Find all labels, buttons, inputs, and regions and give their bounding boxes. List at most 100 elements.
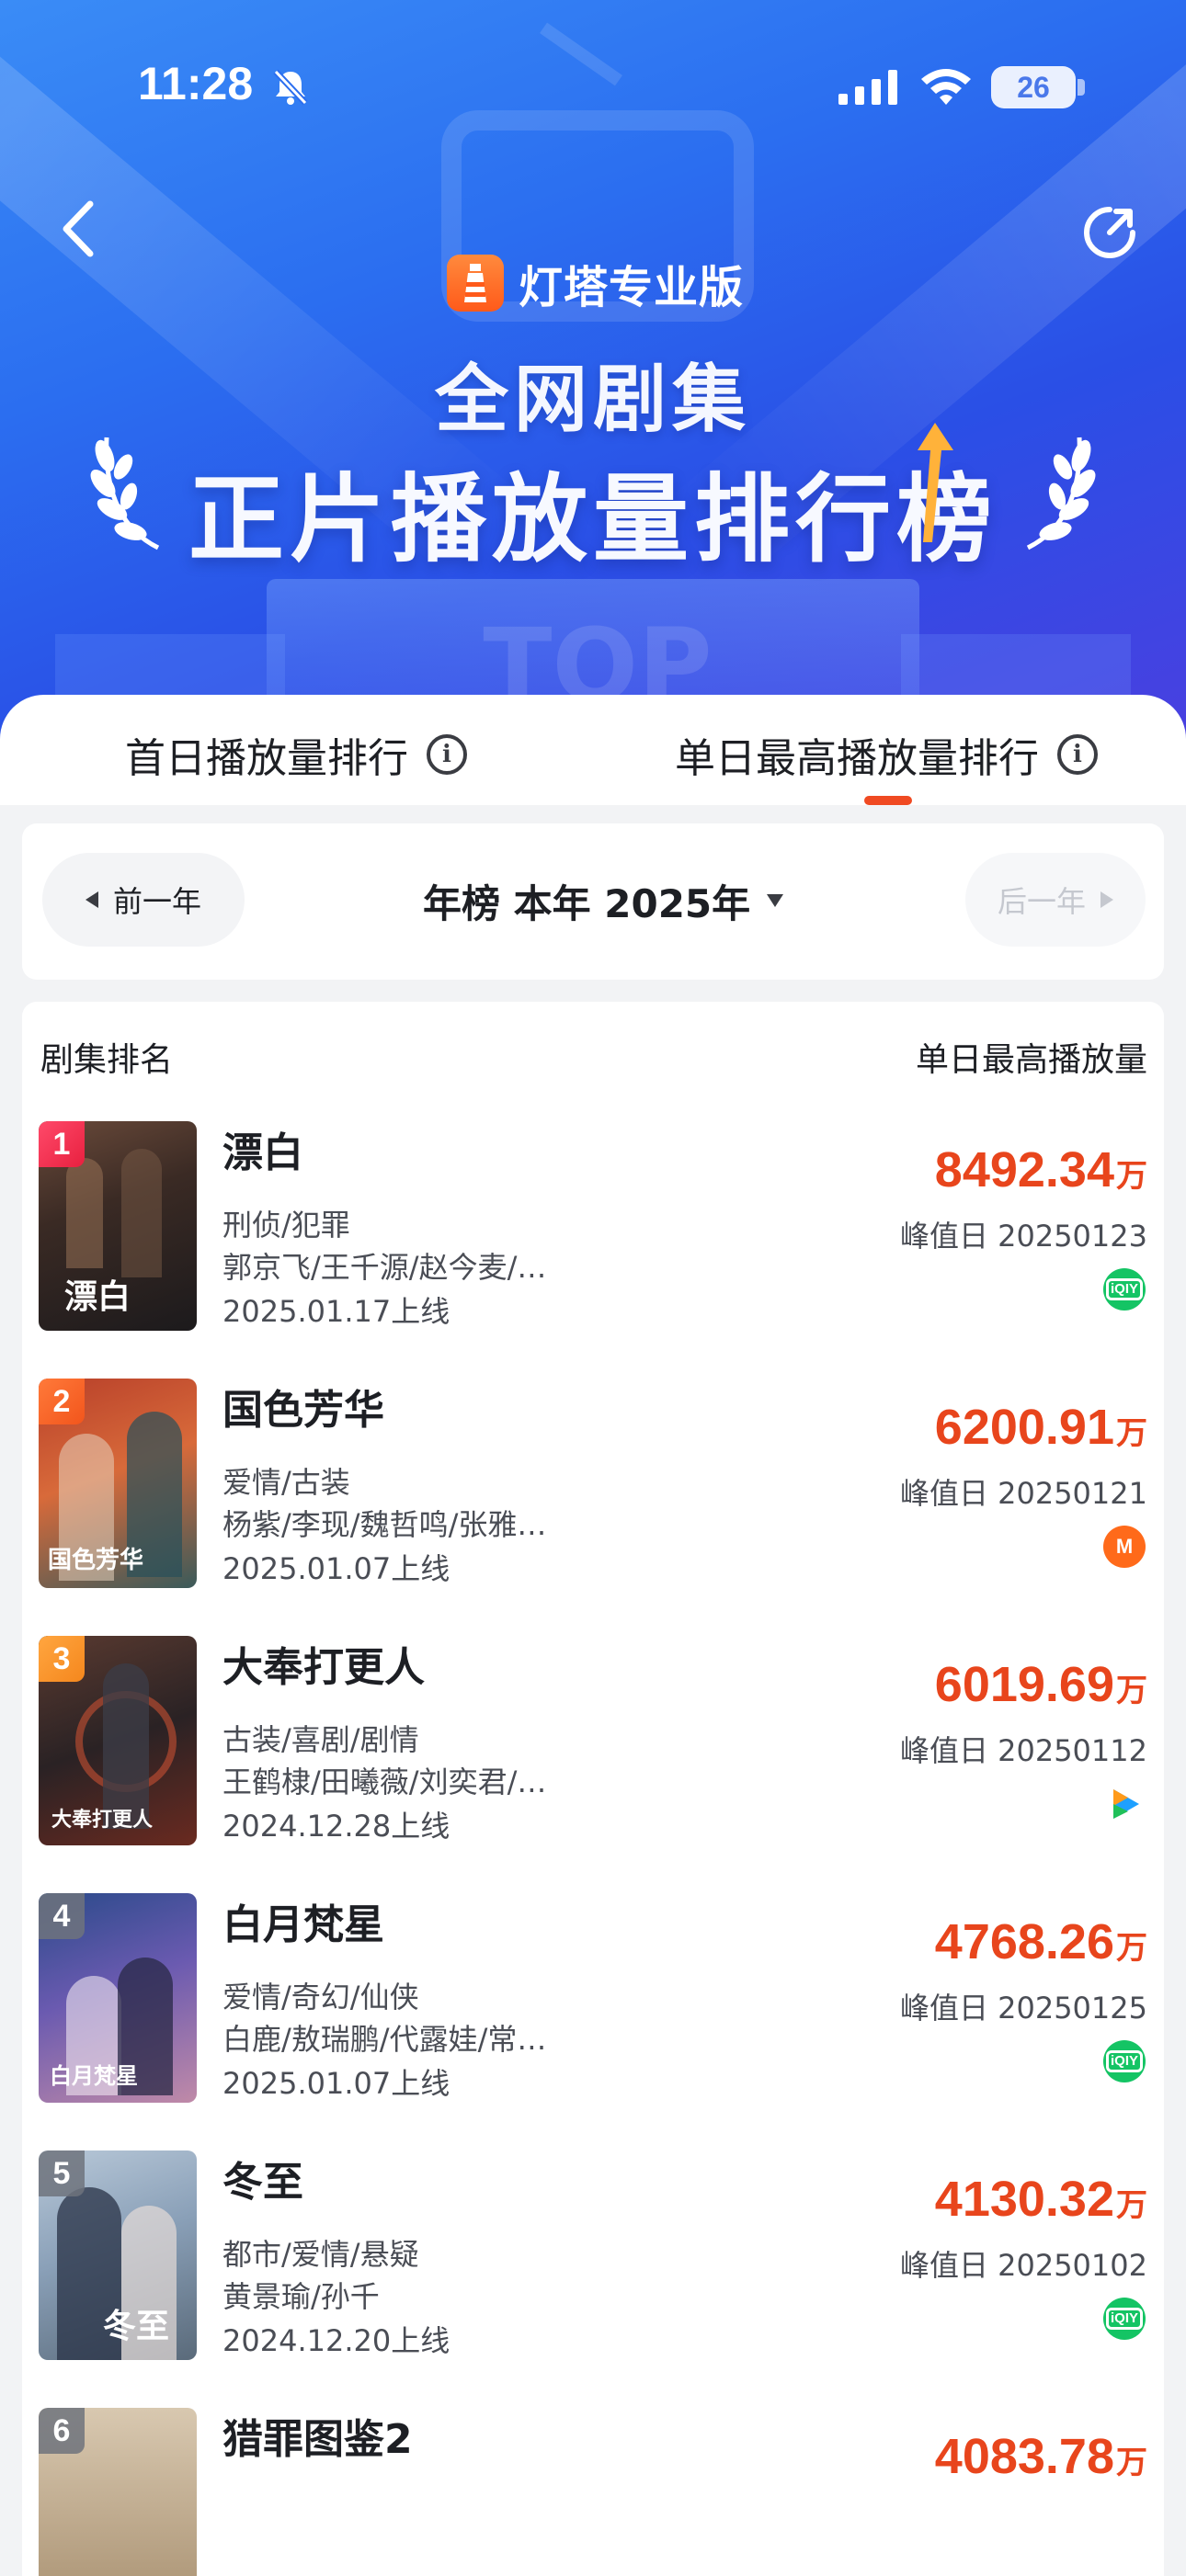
drama-title: 大奉打更人 bbox=[222, 1644, 425, 1691]
drama-title: 白月梵星 bbox=[222, 1901, 384, 1948]
rank-badge: 3 bbox=[39, 1636, 85, 1682]
prev-year-label: 前一年 bbox=[112, 884, 201, 919]
poster-image: 3 大奉打更人 bbox=[39, 1636, 197, 1845]
peak-views: 6019.69 万 bbox=[935, 1656, 1147, 1713]
drama-title: 猎罪图鉴2 bbox=[222, 2416, 413, 2463]
drama-genre: 刑侦/犯罪 bbox=[222, 1208, 350, 1243]
drama-cast: 黄景瑜/孙千 bbox=[222, 2279, 380, 2314]
tab-label: 首日播放量排行 bbox=[125, 735, 408, 782]
poster-image: 2 国色芳华 bbox=[39, 1379, 197, 1588]
drama-genre: 都市/爱情/悬疑 bbox=[222, 2237, 419, 2272]
lighthouse-logo-icon bbox=[447, 255, 504, 312]
tab-active-indicator bbox=[864, 796, 912, 805]
drama-genre: 爱情/奇幻/仙侠 bbox=[222, 1980, 419, 2014]
peak-views-unit: 万 bbox=[1116, 2445, 1147, 2481]
info-icon[interactable]: i bbox=[427, 734, 467, 775]
peak-date: 峰值日 20250125 bbox=[899, 1991, 1147, 2026]
battery-indicator: 26 bbox=[991, 66, 1076, 108]
drama-title: 国色芳华 bbox=[222, 1387, 384, 1434]
peak-views-number: 4768.26 bbox=[934, 1914, 1114, 1969]
wifi-icon bbox=[921, 69, 971, 105]
peak-views-unit: 万 bbox=[1116, 1930, 1147, 1967]
year-dropdown-label: 年榜 本年 2025年 bbox=[423, 880, 751, 926]
tab-first-day[interactable]: 首日播放量排行 i bbox=[125, 722, 467, 787]
iqiyi-icon: iQIY bbox=[1103, 2040, 1146, 2082]
drama-title: 漂白 bbox=[222, 1129, 303, 1176]
list-item[interactable]: 2 国色芳华 国色芳华 爱情/古装 杨紫/李现/魏哲鸣/张雅… 2025.01.… bbox=[22, 1379, 1164, 1599]
rank-badge: 4 bbox=[39, 1893, 85, 1939]
drama-cast: 郭京飞/王千源/赵今麦/… bbox=[222, 1250, 547, 1285]
share-icon[interactable] bbox=[1081, 204, 1138, 261]
iqiyi-icon: iQIY bbox=[1103, 1268, 1146, 1311]
caret-left-icon bbox=[85, 891, 98, 908]
peak-views: 4768.26 万 bbox=[935, 1913, 1147, 1970]
header-banner: TOP 11:28 26 灯塔专业版 全网剧集 正片播放量排行榜 bbox=[0, 0, 1186, 754]
peak-views-number: 6019.69 bbox=[934, 1657, 1114, 1712]
year-dropdown[interactable]: 年榜 本年 2025年 bbox=[423, 871, 784, 930]
signal-icon bbox=[838, 70, 897, 105]
brand: 灯塔专业版 bbox=[447, 254, 745, 313]
list-item[interactable]: 5 冬至 冬至 都市/爱情/悬疑 黄景瑜/孙千 2024.12.20上线 413… bbox=[22, 2150, 1164, 2371]
poster-title: 国色芳华 bbox=[48, 1547, 144, 1574]
poster-title: 大奉打更人 bbox=[51, 1808, 154, 1832]
peak-views: 6200.91 万 bbox=[935, 1399, 1147, 1456]
peak-date: 峰值日 20250123 bbox=[899, 1219, 1147, 1254]
year-selector: 前一年 年榜 本年 2025年 后一年 bbox=[22, 823, 1164, 980]
peak-views-number: 4130.32 bbox=[934, 2172, 1114, 2227]
drama-cast: 杨紫/李现/魏哲鸣/张雅… bbox=[222, 1507, 547, 1542]
peak-views-number: 8492.34 bbox=[934, 1142, 1114, 1197]
poster-title: 冬至 bbox=[103, 2307, 170, 2345]
peak-views-unit: 万 bbox=[1116, 1673, 1147, 1709]
rank-badge: 6 bbox=[39, 2408, 85, 2454]
peak-date: 峰值日 20250102 bbox=[899, 2248, 1147, 2283]
column-header-peak: 单日最高播放量 bbox=[915, 1041, 1147, 1079]
laurel-right-icon bbox=[1026, 437, 1096, 550]
poster-image: 6 bbox=[39, 2408, 197, 2576]
prev-year-button[interactable]: 前一年 bbox=[42, 853, 245, 947]
mgtv-icon: M bbox=[1103, 1526, 1146, 1568]
back-icon[interactable] bbox=[53, 199, 105, 259]
bell-off-icon bbox=[273, 69, 308, 106]
peak-views: 4130.32 万 bbox=[935, 2171, 1147, 2228]
tab-daily-peak[interactable]: 单日最高播放量排行 i bbox=[675, 722, 1098, 787]
peak-views-number: 6200.91 bbox=[934, 1400, 1114, 1455]
poster-title: 漂白 bbox=[64, 1277, 131, 1316]
page-title-line2: 正片播放量排行榜 bbox=[188, 463, 998, 575]
list-item[interactable]: 1 漂白 漂白 刑侦/犯罪 郭京飞/王千源/赵今麦/… 2025.01.17上线… bbox=[22, 1121, 1164, 1342]
poster-image: 4 白月梵星 bbox=[39, 1893, 197, 2103]
list-item[interactable]: 6 猎罪图鉴2 4083.78 万 bbox=[22, 2408, 1164, 2576]
release-date: 2024.12.20上线 bbox=[222, 2323, 450, 2358]
arrow-up-icon bbox=[918, 423, 953, 542]
peak-views-unit: 万 bbox=[1116, 1415, 1147, 1452]
list-header: 剧集排名 单日最高播放量 bbox=[40, 1029, 1147, 1084]
page-title-line1: 全网剧集 bbox=[435, 357, 751, 442]
next-year-button[interactable]: 后一年 bbox=[965, 853, 1146, 947]
battery-tip bbox=[1078, 79, 1085, 96]
caret-right-icon bbox=[1100, 891, 1113, 908]
brand-name: 灯塔专业版 bbox=[519, 262, 745, 313]
poster-image: 5 冬至 bbox=[39, 2150, 197, 2360]
rank-badge: 5 bbox=[39, 2150, 85, 2196]
column-header-rank: 剧集排名 bbox=[40, 1041, 174, 1079]
peak-views: 4083.78 万 bbox=[935, 2428, 1147, 2485]
peak-views: 8492.34 万 bbox=[935, 1141, 1147, 1198]
drama-cast: 王鹤棣/田曦薇/刘奕君/… bbox=[222, 1765, 547, 1799]
release-date: 2025.01.07上线 bbox=[222, 1551, 450, 1586]
release-date: 2024.12.28上线 bbox=[222, 1809, 450, 1844]
tab-label: 单日最高播放量排行 bbox=[675, 735, 1039, 782]
release-date: 2025.01.17上线 bbox=[222, 1294, 450, 1329]
release-date: 2025.01.07上线 bbox=[222, 2066, 450, 2101]
list-item[interactable]: 3 大奉打更人 大奉打更人 古装/喜剧/剧情 王鹤棣/田曦薇/刘奕君/… 202… bbox=[22, 1636, 1164, 1856]
list-item[interactable]: 4 白月梵星 白月梵星 爱情/奇幻/仙侠 白鹿/敖瑞鹏/代露娃/常… 2025.… bbox=[22, 1893, 1164, 2114]
iqiyi-icon: iQIY bbox=[1103, 2298, 1146, 2340]
battery-level: 26 bbox=[1017, 70, 1050, 104]
peak-views-unit: 万 bbox=[1116, 2187, 1147, 2224]
ranking-list: 剧集排名 单日最高播放量 1 漂白 漂白 刑侦/犯罪 郭京飞/王千源/赵今麦/…… bbox=[22, 1002, 1164, 2576]
poster-title: 白月梵星 bbox=[50, 2062, 138, 2089]
next-year-label: 后一年 bbox=[997, 884, 1086, 919]
info-icon[interactable]: i bbox=[1057, 734, 1098, 775]
drama-cast: 白鹿/敖瑞鹏/代露娃/常… bbox=[222, 2022, 547, 2057]
drama-title: 冬至 bbox=[222, 2159, 303, 2206]
peak-date: 峰值日 20250121 bbox=[899, 1476, 1147, 1511]
peak-date: 峰值日 20250112 bbox=[899, 1733, 1147, 1768]
